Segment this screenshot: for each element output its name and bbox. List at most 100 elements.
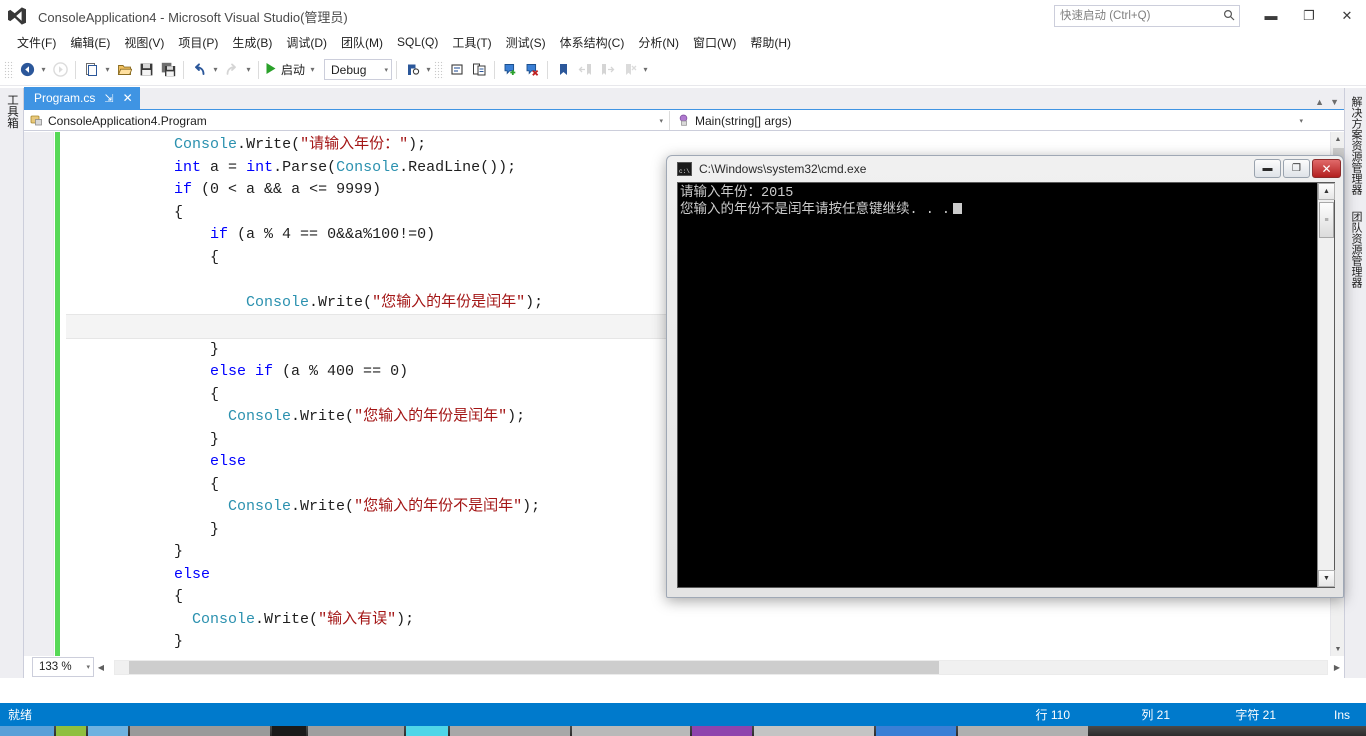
taskbar-item-quick-launch-1[interactable]	[56, 726, 86, 736]
cmd-console-window[interactable]: c:\ C:\Windows\system32\cmd.exe ▬ ❐ ✕ 请输…	[666, 155, 1344, 598]
menu-item-build[interactable]: 生成(B)	[225, 32, 279, 53]
taskbar-item-task-cmd[interactable]	[272, 726, 306, 736]
cmd-minimize-icon[interactable]: ▬	[1254, 159, 1281, 178]
start-debug-dropdown[interactable]: ▾	[307, 59, 318, 81]
previous-bookmark-icon[interactable]	[574, 59, 596, 81]
taskbar-item-task-grey[interactable]	[958, 726, 1088, 736]
code-token: }	[174, 543, 184, 560]
menu-item-view[interactable]: 视图(V)	[117, 32, 171, 53]
editor-hscroll-track[interactable]	[114, 659, 1328, 675]
undo-dropdown[interactable]: ▾	[210, 59, 221, 81]
uncomment-selection-icon[interactable]	[468, 59, 490, 81]
taskbar-item-task-blue[interactable]	[876, 726, 956, 736]
taskbar-item-task-media[interactable]	[406, 726, 448, 736]
cmd-scroll-down-icon[interactable]: ▼	[1318, 570, 1335, 587]
remove-watch-icon[interactable]	[521, 59, 543, 81]
scroll-up-icon[interactable]: ▲	[1331, 132, 1345, 146]
redo-dropdown[interactable]: ▾	[243, 59, 254, 81]
menu-item-architecture[interactable]: 体系结构(C)	[553, 32, 632, 53]
scroll-right-icon[interactable]: ▶	[1330, 660, 1344, 675]
menu-item-test[interactable]: 测试(S)	[499, 32, 553, 53]
menu-item-analyze[interactable]: 分析(N)	[631, 32, 686, 53]
quick-launch-input[interactable]	[1055, 6, 1219, 26]
cmd-maximize-icon[interactable]: ❐	[1283, 159, 1310, 178]
taskbar-item-start-orb[interactable]	[0, 726, 54, 736]
chevron-down-icon[interactable]: ▾	[385, 66, 389, 74]
save-all-icon[interactable]	[157, 59, 179, 81]
chevron-down-icon[interactable]: ▾	[659, 117, 663, 125]
quick-launch-box[interactable]	[1054, 5, 1240, 27]
cmd-vertical-scrollbar[interactable]: ▲ ≡ ▼	[1317, 183, 1335, 587]
editor-hscroll-thumb[interactable]	[129, 660, 939, 674]
taskbar-item-task-other[interactable]	[754, 726, 874, 736]
taskbar-item-task-explorer[interactable]	[130, 726, 270, 736]
save-icon[interactable]	[135, 59, 157, 81]
taskbar-item-task-word[interactable]	[572, 726, 690, 736]
navigate-forward-icon[interactable]	[49, 59, 71, 81]
open-file-icon[interactable]	[113, 59, 135, 81]
pin-icon[interactable]: ⇲	[104, 92, 113, 105]
attach-dropdown[interactable]: ▾	[423, 59, 434, 81]
undo-icon[interactable]	[188, 59, 210, 81]
clear-bookmarks-icon[interactable]	[618, 59, 640, 81]
close-icon[interactable]: ✕	[1328, 0, 1366, 31]
attach-to-process-icon[interactable]	[401, 59, 423, 81]
chevron-down-icon[interactable]: ▾	[86, 663, 90, 671]
taskbar-item-task-folder[interactable]	[450, 726, 570, 736]
maximize-restore-icon[interactable]: ❐	[1290, 0, 1328, 31]
search-icon[interactable]	[1219, 9, 1239, 24]
taskbar-item-task-vs[interactable]	[692, 726, 752, 736]
scroll-down-icon[interactable]: ▼	[1331, 642, 1345, 656]
toolbar-grip[interactable]	[4, 60, 14, 79]
cmd-scroll-up-icon[interactable]: ▲	[1318, 183, 1335, 200]
menu-item-tools[interactable]: 工具(T)	[445, 32, 498, 53]
new-project-icon[interactable]	[80, 59, 102, 81]
minimize-icon[interactable]: ▬	[1252, 0, 1290, 31]
menu-item-edit[interactable]: 编辑(E)	[63, 32, 117, 53]
zoom-level-combo[interactable]: 133 % ▾	[32, 657, 94, 677]
navigate-back-dropdown[interactable]: ▾	[38, 59, 49, 81]
bookmark-icon[interactable]	[552, 59, 574, 81]
cmd-vscroll-thumb[interactable]: ≡	[1319, 202, 1334, 238]
toolbar-overflow-button[interactable]: ▾	[640, 59, 651, 81]
solution-configuration-combo[interactable]: Debug ▾	[324, 59, 393, 80]
scroll-left-icon[interactable]: ◀	[94, 660, 108, 675]
menu-item-sql[interactable]: SQL(Q)	[390, 33, 445, 51]
toolbar-grip-2[interactable]	[434, 60, 445, 79]
code-token: (	[291, 136, 301, 153]
tab-program-cs[interactable]: Program.cs ⇲ ✕	[24, 87, 140, 109]
start-debug-button[interactable]: 启动	[263, 61, 307, 78]
sidebar-item-solution-explorer[interactable]: 解决方案资源管理器	[1345, 88, 1366, 203]
taskbar-item-quick-launch-2[interactable]	[88, 726, 128, 736]
editor-horizontal-scrollbar-row: 133 % ▾ ◀ ▶	[24, 656, 1344, 678]
next-bookmark-icon[interactable]	[596, 59, 618, 81]
cmd-title-bar[interactable]: c:\ C:\Windows\system32\cmd.exe	[667, 156, 1343, 182]
menu-item-file[interactable]: 文件(F)	[10, 32, 63, 53]
menu-item-project[interactable]: 项目(P)	[171, 32, 225, 53]
new-project-dropdown[interactable]: ▾	[102, 59, 113, 81]
comment-selection-icon[interactable]	[446, 59, 468, 81]
menu-item-help[interactable]: 帮助(H)	[743, 32, 798, 53]
menu-item-team[interactable]: 团队(M)	[334, 32, 390, 53]
sidebar-item-team-explorer[interactable]: 团队资源管理器	[1345, 203, 1366, 296]
tab-scroll-up-icon[interactable]: ▲	[1312, 97, 1327, 107]
close-tab-icon[interactable]: ✕	[123, 91, 133, 105]
code-token: .Parse(	[273, 158, 337, 176]
redo-icon[interactable]	[221, 59, 243, 81]
add-watch-icon[interactable]	[499, 59, 521, 81]
navigate-back-icon[interactable]	[16, 59, 38, 81]
menu-item-debug[interactable]: 调试(D)	[279, 32, 334, 53]
status-character-number: 字符 21	[1235, 708, 1276, 722]
taskbar-item-task-browser[interactable]	[308, 726, 404, 736]
menu-item-window[interactable]: 窗口(W)	[686, 32, 743, 53]
sidebar-item-toolbox[interactable]: 工具箱	[0, 88, 24, 135]
member-dropdown[interactable]: Main(string[] args) ▾	[669, 111, 1309, 130]
tab-scroll-down-icon[interactable]: ▼	[1327, 97, 1342, 107]
chevron-down-icon[interactable]: ▾	[1299, 117, 1303, 125]
indicator-margin[interactable]	[24, 132, 54, 678]
type-dropdown[interactable]: ConsoleApplication4.Program ▾	[24, 111, 669, 130]
cmd-console-output[interactable]: 请输入年份：2015 您输入的年份不是闰年请按任意键继续. . . ▲ ≡ ▼	[677, 182, 1335, 588]
cmd-close-icon[interactable]: ✕	[1312, 159, 1341, 178]
